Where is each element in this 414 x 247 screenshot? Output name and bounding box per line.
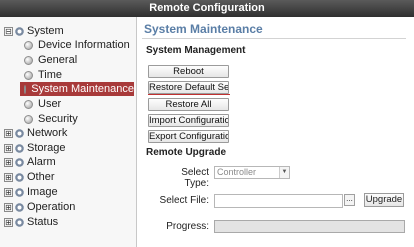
upgrade-progress-bar <box>214 220 405 233</box>
select-file-label: Select File: <box>159 195 209 206</box>
tree-node-label: Alarm <box>27 156 56 168</box>
progress-label: Progress: <box>166 221 209 232</box>
tree-node-image[interactable]: ⊞ Image <box>4 185 58 199</box>
tree-node-general[interactable]: General <box>24 53 77 67</box>
collapse-toggle-icon[interactable]: ⊟ <box>4 26 13 36</box>
expand-toggle-icon[interactable]: ⊞ <box>4 217 13 227</box>
tree-node-security[interactable]: Security <box>24 112 78 126</box>
bullet-icon <box>24 70 33 80</box>
gear-icon <box>15 202 24 212</box>
restore-default-settings-button[interactable]: Restore Default Setti... <box>148 81 229 94</box>
export-configuration-button[interactable]: Export Configuration ... <box>148 130 229 143</box>
bullet-icon <box>24 40 33 50</box>
select-value: Controller Upgra... <box>217 167 257 177</box>
system-management-heading: System Management <box>146 45 246 56</box>
tree-node-label: Status <box>27 216 59 228</box>
expand-toggle-icon[interactable]: ⊞ <box>4 202 13 212</box>
tree-node-user[interactable]: User <box>24 97 61 111</box>
expand-toggle-icon[interactable]: ⊞ <box>4 143 13 153</box>
page-title: System Maintenance <box>144 22 263 36</box>
expand-toggle-icon[interactable]: ⊞ <box>4 128 13 138</box>
tree-node-label: General <box>38 54 78 66</box>
tree-node-system-maintenance[interactable]: System Maintenance <box>20 82 134 96</box>
file-path-input[interactable] <box>214 194 343 208</box>
gear-icon <box>15 157 24 167</box>
main-panel: System Maintenance System Management Reb… <box>137 17 414 247</box>
tree-node-status[interactable]: ⊞ Status <box>4 215 58 229</box>
browse-button[interactable]: ... <box>344 194 355 206</box>
tree-node-label: System <box>27 25 64 37</box>
tree-node-storage[interactable]: ⊞ Storage <box>4 141 66 155</box>
tree-node-label: User <box>38 98 62 110</box>
tree-node-network[interactable]: ⊞ Network <box>4 126 67 140</box>
tree-node-label: Other <box>27 171 55 183</box>
window-title: Remote Configuration <box>0 0 414 17</box>
bullet-icon <box>24 84 27 94</box>
focus-underline <box>148 94 230 95</box>
tree-node-device-information[interactable]: Device Information <box>24 38 130 52</box>
expand-toggle-icon[interactable]: ⊞ <box>4 187 13 197</box>
gear-icon <box>15 26 24 36</box>
upgrade-type-select[interactable]: Controller Upgra... ▼ <box>214 166 290 179</box>
expand-toggle-icon[interactable]: ⊞ <box>4 157 13 167</box>
upgrade-button[interactable]: Upgrade <box>364 193 404 207</box>
select-type-label: Select Type: <box>181 167 209 189</box>
title-divider <box>142 38 406 39</box>
tree-node-label: Storage <box>27 142 66 154</box>
reboot-button[interactable]: Reboot <box>148 65 229 78</box>
gear-icon <box>15 128 24 138</box>
tree-node-label: Time <box>38 69 63 81</box>
config-tree: ⊟ System Device Information General Time… <box>0 17 137 247</box>
tree-node-label: Image <box>27 186 58 198</box>
bullet-icon <box>24 55 33 65</box>
remote-upgrade-heading: Remote Upgrade <box>146 147 227 158</box>
tree-node-label: Device Information <box>38 39 130 51</box>
tree-node-label: Security <box>38 113 78 125</box>
import-configuration-button[interactable]: Import Configuration ... <box>148 114 229 127</box>
gear-icon <box>15 172 24 182</box>
chevron-down-icon[interactable]: ▼ <box>279 167 289 178</box>
tree-node-time[interactable]: Time <box>24 68 62 82</box>
tree-node-label: Operation <box>27 201 76 213</box>
gear-icon <box>15 217 24 227</box>
tree-node-label: Network <box>27 127 68 139</box>
bullet-icon <box>24 99 33 109</box>
gear-icon <box>15 143 24 153</box>
tree-node-system[interactable]: ⊟ System <box>4 24 64 38</box>
expand-toggle-icon[interactable]: ⊞ <box>4 172 13 182</box>
tree-node-alarm[interactable]: ⊞ Alarm <box>4 155 56 169</box>
tree-node-label: System Maintenance <box>31 83 134 95</box>
restore-all-button[interactable]: Restore All <box>148 98 229 111</box>
tree-node-operation[interactable]: ⊞ Operation <box>4 200 75 214</box>
gear-icon <box>15 187 24 197</box>
bullet-icon <box>24 114 33 124</box>
tree-node-other[interactable]: ⊞ Other <box>4 170 55 184</box>
